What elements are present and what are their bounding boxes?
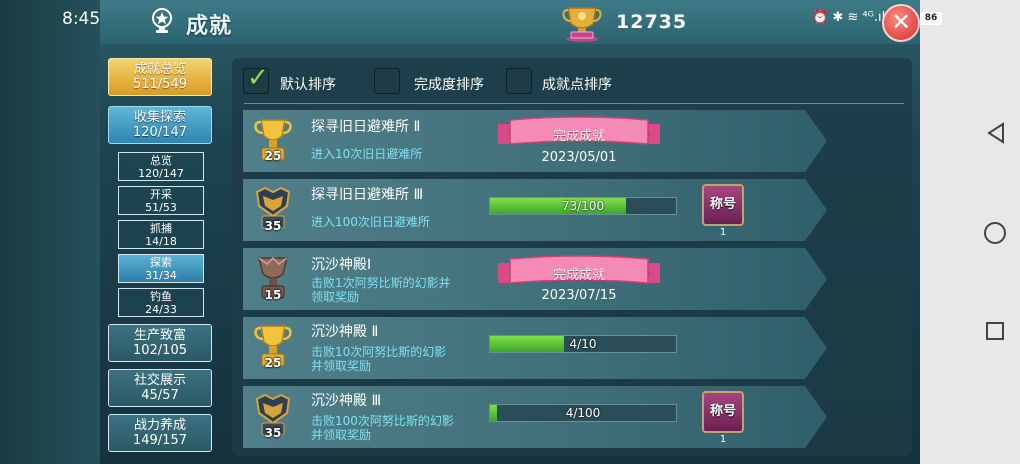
achievement-name: 沉沙神殿 Ⅱ — [311, 324, 379, 340]
achievement-points: 35 — [264, 426, 282, 440]
badge-count: 1 — [719, 434, 727, 445]
sidebar-subitem-capture[interactable]: 抓捕 14/18 — [118, 220, 204, 249]
title-badge[interactable]: 称号 — [702, 391, 744, 433]
sidebar-item-collect[interactable]: 收集探索 120/147 — [108, 106, 212, 144]
background-left — [0, 0, 100, 464]
progress-bar: 73/100 — [489, 197, 677, 215]
achievement-name: 沉沙神殿 Ⅲ — [311, 393, 382, 409]
sidebar-item-count: 102/105 — [132, 343, 187, 358]
status-time: 8:45 — [62, 9, 101, 29]
achievement-desc: 击败100次阿努比斯的幻影 — [311, 414, 454, 428]
subitem-label: 钓鱼 — [150, 290, 172, 303]
sidebar-item-label: 收集探索 — [133, 110, 186, 125]
achievement-name: 探寻旧日避难所 Ⅲ — [311, 187, 424, 203]
subitem-label: 探索 — [150, 256, 172, 269]
achievement-points: 25 — [264, 356, 282, 370]
sort-completion-label[interactable]: 完成度排序 — [414, 74, 484, 94]
completed-label: 完成成就 — [552, 268, 605, 283]
sidebar-item-label: 成就总览 — [133, 62, 186, 77]
badge-count: 1 — [719, 227, 727, 238]
subitem-count: 120/147 — [138, 167, 184, 180]
sidebar-item-count: 45/57 — [141, 388, 179, 403]
sidebar-subitem-fishing[interactable]: 钓鱼 24/33 — [118, 288, 204, 317]
subitem-count: 51/53 — [145, 201, 177, 214]
sidebar-subitem-overview[interactable]: 总览 120/147 — [118, 152, 204, 181]
check-icon: ✓ — [247, 63, 269, 93]
sidebar-subitem-explore[interactable]: 探索 31/34 — [118, 254, 204, 283]
sidebar-item-label: 社交展示 — [133, 373, 186, 388]
sort-default-label[interactable]: 默认排序 — [280, 74, 336, 94]
achievement-score: 12735 — [616, 11, 688, 33]
progress-bar: 4/100 — [489, 404, 677, 422]
close-icon: ✕ — [890, 8, 912, 36]
progress-bar: 4/10 — [489, 335, 677, 353]
sidebar-item-total[interactable]: 成就总览 511/549 — [108, 58, 212, 96]
achievement-desc-line2: 并领取奖励 — [311, 428, 372, 442]
achievement-desc: 进入100次旧日避难所 — [311, 215, 430, 229]
subitem-label: 抓捕 — [150, 222, 172, 235]
subitem-count: 24/33 — [145, 303, 177, 316]
subitem-count: 14/18 — [145, 235, 177, 248]
home-icon[interactable] — [984, 222, 1006, 244]
progress-text: 4/100 — [565, 406, 601, 420]
progress-text: 4/10 — [569, 337, 597, 351]
sidebar-item-production[interactable]: 生产致富 102/105 — [108, 324, 212, 362]
completion-date: 2023/05/01 — [541, 150, 617, 165]
divider — [244, 103, 904, 104]
sidebar-subitem-mining[interactable]: 开采 51/53 — [118, 186, 204, 215]
sidebar-item-label: 战力养成 — [133, 418, 186, 433]
battery-icon: 86 — [920, 12, 942, 25]
back-icon[interactable] — [985, 122, 1007, 144]
close-button[interactable]: ✕ — [882, 4, 920, 42]
achievement-desc: 击败10次阿努比斯的幻影 — [311, 345, 447, 359]
achievement-points: 35 — [264, 219, 282, 233]
completion-date: 2023/07/15 — [541, 288, 617, 303]
sidebar-item-count: 120/147 — [132, 125, 187, 140]
sidebar-item-count: 511/549 — [132, 77, 187, 92]
sort-default-checkbox[interactable]: ✓ — [243, 63, 269, 94]
sidebar-item-social[interactable]: 社交展示 45/57 — [108, 369, 212, 407]
trophy-icon — [562, 7, 602, 42]
achievement-points: 15 — [264, 288, 282, 302]
completed-label: 完成成就 — [552, 129, 605, 144]
title-badge[interactable]: 称号 — [702, 184, 744, 226]
achievement-name: 沉沙神殿Ⅰ — [311, 257, 372, 273]
recent-apps-icon[interactable] — [986, 322, 1004, 340]
subitem-label: 开采 — [150, 188, 172, 201]
sidebar-item-power[interactable]: 战力养成 149/157 — [108, 414, 212, 452]
sidebar-item-label: 生产致富 — [133, 328, 186, 343]
progress-text: 73/100 — [561, 199, 605, 213]
subitem-label: 总览 — [150, 154, 172, 167]
sort-completion-checkbox[interactable] — [374, 68, 400, 94]
achievement-points: 25 — [264, 149, 282, 163]
sidebar-item-count: 149/157 — [132, 433, 187, 448]
sort-points-checkbox[interactable] — [506, 68, 532, 94]
achievement-desc: 击败1次阿努比斯的幻影并 — [311, 276, 451, 290]
trophy-icon — [152, 8, 172, 33]
achievement-desc-line2: 并领取奖励 — [311, 359, 372, 373]
achievement-desc-line2: 领取奖励 — [311, 290, 360, 304]
achievement-desc: 进入10次旧日避难所 — [311, 147, 423, 161]
page-title: 成就 — [186, 14, 233, 39]
achievement-name: 探寻旧日避难所 Ⅱ — [311, 119, 421, 135]
subitem-count: 31/34 — [145, 269, 177, 282]
sort-points-label[interactable]: 成就点排序 — [542, 74, 612, 94]
